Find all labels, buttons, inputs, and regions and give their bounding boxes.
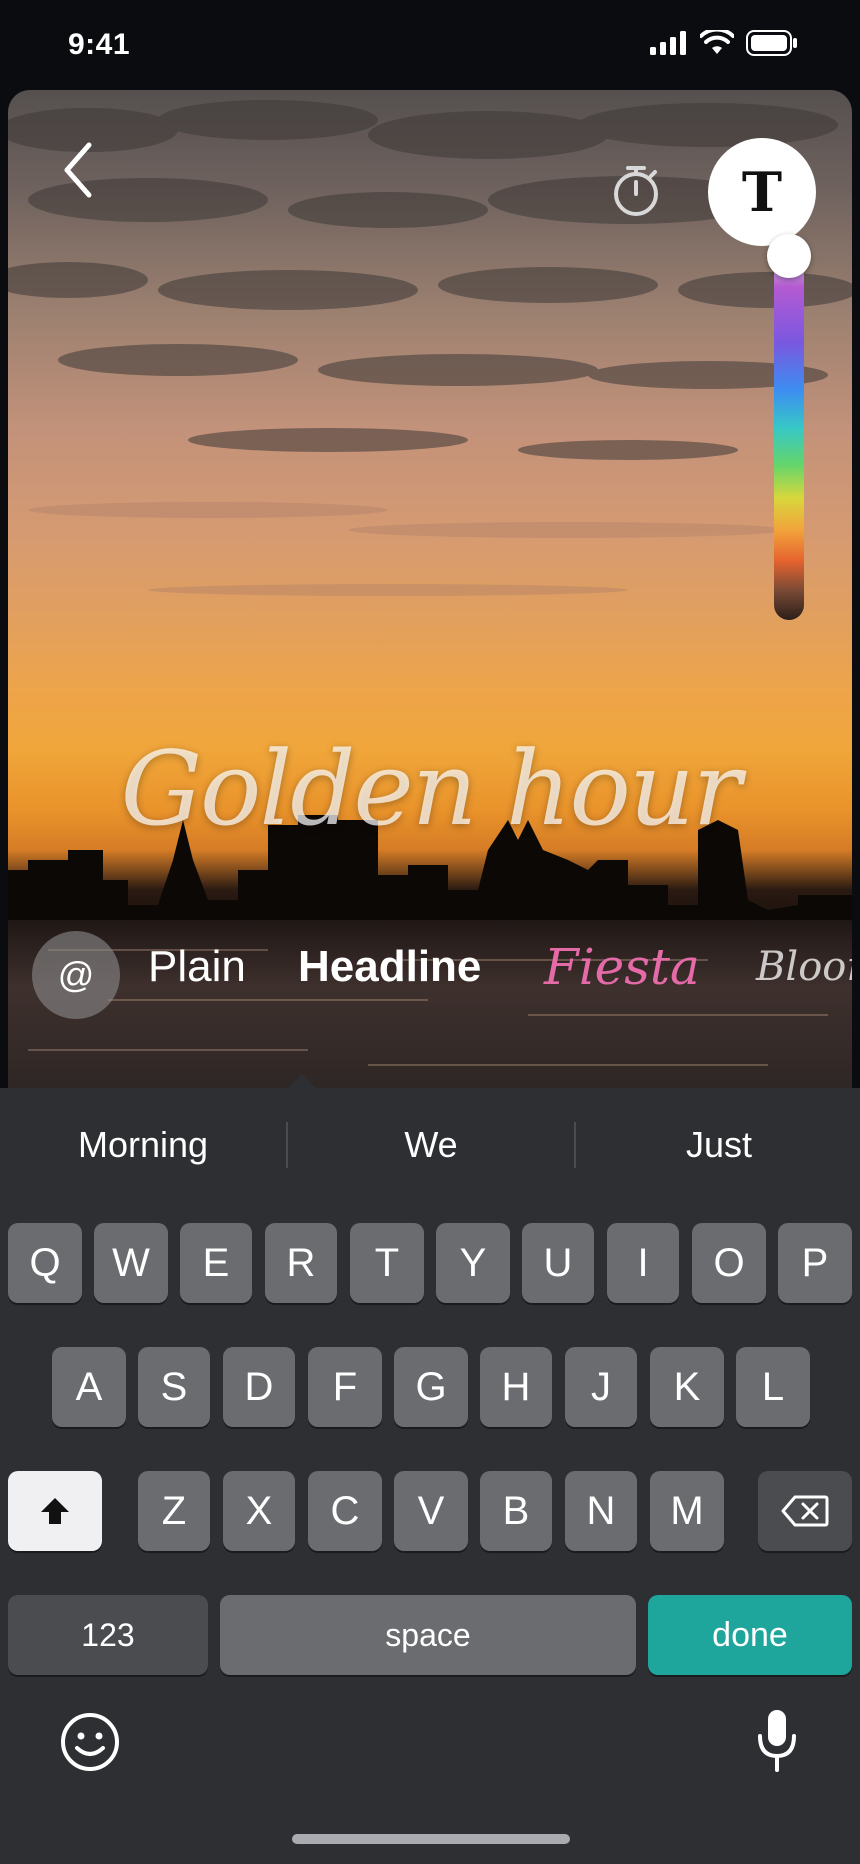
key-q[interactable]: Q <box>8 1223 82 1303</box>
predictive-bar: Morning We Just <box>0 1110 860 1180</box>
mention-button[interactable]: @ <box>32 931 120 1019</box>
key-f[interactable]: F <box>308 1347 382 1427</box>
battery-icon <box>746 30 797 56</box>
key-j[interactable]: J <box>565 1347 637 1427</box>
color-slider-knob[interactable] <box>767 234 811 278</box>
status-icons <box>650 30 798 56</box>
key-p[interactable]: P <box>778 1223 852 1303</box>
key-u[interactable]: U <box>522 1223 594 1303</box>
key-c[interactable]: C <box>308 1471 382 1551</box>
key-y[interactable]: Y <box>436 1223 510 1303</box>
key-l[interactable]: L <box>736 1347 810 1427</box>
key-n[interactable]: N <box>565 1471 637 1551</box>
color-slider[interactable] <box>774 250 804 620</box>
key-b[interactable]: B <box>480 1471 552 1551</box>
key-t[interactable]: T <box>350 1223 424 1303</box>
prediction-2[interactable]: We <box>288 1110 574 1180</box>
key-e[interactable]: E <box>180 1223 252 1303</box>
shift-arrow-icon <box>41 1498 69 1524</box>
text-tool-button[interactable]: T <box>708 138 816 246</box>
mention-label: @ <box>57 954 95 995</box>
prediction-1[interactable]: Morning <box>0 1110 286 1180</box>
key-a[interactable]: A <box>52 1347 126 1427</box>
key-s[interactable]: S <box>138 1347 210 1427</box>
font-option-headline[interactable]: Headline <box>298 942 481 992</box>
backspace-icon <box>781 1495 829 1527</box>
timer-icon[interactable] <box>606 160 666 220</box>
microphone-icon[interactable] <box>752 1706 802 1776</box>
font-option-plain[interactable]: Plain <box>148 942 246 992</box>
key-x[interactable]: X <box>223 1471 295 1551</box>
wifi-icon <box>700 30 734 54</box>
font-style-picker: @ Plain Headline Fiesta Bloom <box>8 920 852 1030</box>
prediction-3[interactable]: Just <box>576 1110 860 1180</box>
keyboard: Morning We Just Q W E R T Y U I O P A S … <box>0 1074 860 1864</box>
back-button[interactable] <box>48 130 108 210</box>
keyboard-pointer <box>288 1074 316 1088</box>
key-k[interactable]: K <box>650 1347 724 1427</box>
backspace-key[interactable] <box>758 1471 852 1551</box>
key-r[interactable]: R <box>265 1223 337 1303</box>
numbers-key[interactable]: 123 <box>8 1595 208 1675</box>
space-bar[interactable]: space <box>220 1595 636 1675</box>
photo-canvas[interactable]: T Golden hour @ Plain Headline Fiesta Bl… <box>8 90 852 1090</box>
key-o[interactable]: O <box>692 1223 766 1303</box>
status-bar: 9:41 <box>0 0 860 92</box>
key-i[interactable]: I <box>607 1223 679 1303</box>
emoji-icon[interactable] <box>58 1710 122 1774</box>
chevron-left-icon <box>64 142 92 198</box>
key-h[interactable]: H <box>480 1347 552 1427</box>
key-d[interactable]: D <box>223 1347 295 1427</box>
done-key[interactable]: done <box>648 1595 852 1675</box>
key-g[interactable]: G <box>394 1347 468 1427</box>
key-z[interactable]: Z <box>138 1471 210 1551</box>
font-option-bloom[interactable]: Bloom <box>756 944 852 990</box>
key-w[interactable]: W <box>94 1223 168 1303</box>
text-tool-label: T <box>741 160 783 224</box>
overlay-text[interactable]: Golden hour <box>8 730 852 849</box>
key-m[interactable]: M <box>650 1471 724 1551</box>
font-option-fiesta[interactable]: Fiesta <box>544 938 700 996</box>
key-v[interactable]: V <box>394 1471 468 1551</box>
home-indicator[interactable] <box>292 1834 570 1844</box>
shift-key[interactable] <box>8 1471 102 1551</box>
status-time: 9:41 <box>68 28 131 61</box>
cellular-signal-icon <box>650 31 686 55</box>
